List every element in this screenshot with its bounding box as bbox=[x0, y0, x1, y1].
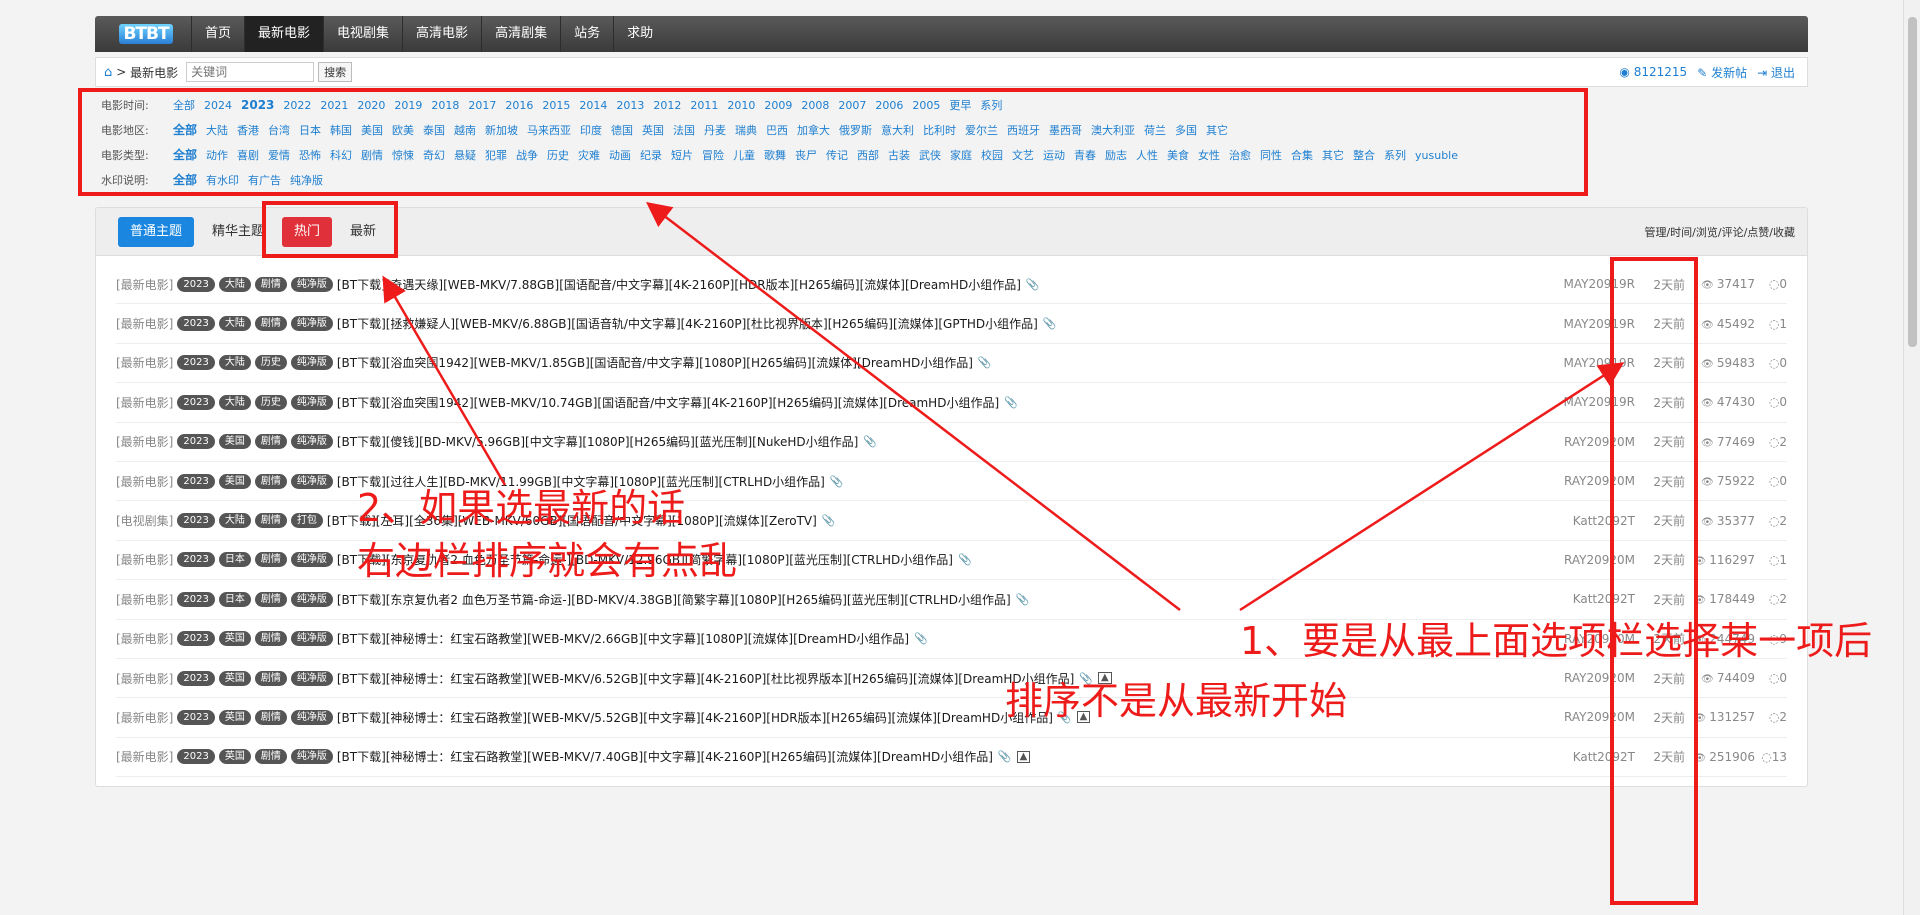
arrow-to-tabs bbox=[382, 275, 507, 486]
annotation-note1-line2: 排序不是从最新开始 bbox=[1005, 679, 1348, 723]
annotation-note2-line2: 右边栏排序就会有点乱 bbox=[357, 539, 738, 583]
page-scrollbar[interactable] bbox=[1903, 0, 1920, 915]
annotation-note1-line1: 1、要是从最上面选项栏选择某一项后 bbox=[1240, 619, 1873, 663]
scrollbar-thumb[interactable] bbox=[1908, 17, 1917, 347]
arrow-to-right-column bbox=[1239, 362, 1625, 612]
annotation-arrows bbox=[382, 201, 1625, 612]
annotation-note2-line1: 2、如果选最新的话 bbox=[357, 486, 686, 530]
